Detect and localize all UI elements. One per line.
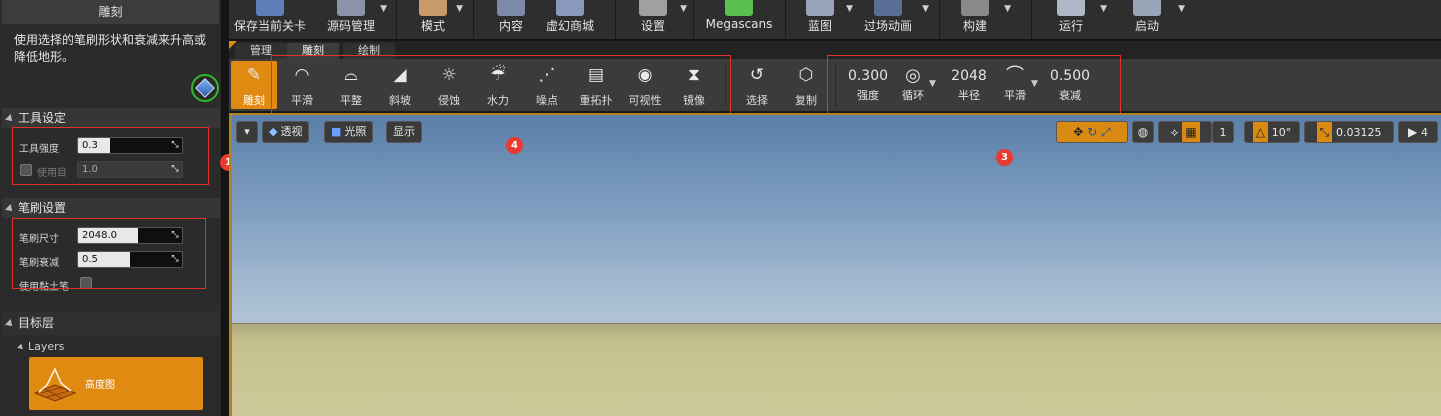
play-button[interactable]: 运行 ▼ — [1047, 0, 1107, 40]
launch-button[interactable]: 启动 ▼ — [1123, 0, 1185, 40]
dropdown-arrow-icon: ▼ — [380, 4, 387, 14]
launch-icon — [1133, 0, 1161, 16]
surface-snap-button[interactable]: ⟡ ▦ — [1158, 121, 1212, 143]
annotation-box-2 — [12, 218, 206, 289]
perspective-button[interactable]: ◆ 透视 — [262, 121, 310, 143]
lit-button[interactable]: ■ 光照 — [324, 121, 374, 143]
surface-snap-icon: ⟡ — [1170, 125, 1179, 139]
annotation-badge-3: 3 — [996, 149, 1013, 166]
modes-button[interactable]: 模式 ▼ — [405, 0, 463, 40]
source-control-button[interactable]: 源码管理 ▼ — [313, 0, 389, 40]
blueprint-icon — [806, 0, 834, 16]
megascans-button[interactable]: Megascans — [703, 0, 775, 40]
viewport-options-button[interactable]: ▾ — [236, 121, 258, 143]
heightmap-layer[interactable]: 高度图 — [29, 357, 203, 410]
landscape-mode-icon[interactable] — [191, 74, 219, 102]
perspective-icon: ◆ — [269, 125, 278, 138]
select-icon: ↺ — [749, 65, 765, 85]
build-icon — [961, 0, 989, 16]
marketplace-icon — [556, 0, 584, 16]
landscape-mode-panel: 雕刻 使用选择的笔刷形状和衰减来升高或降低地形。 工具设定 工具强度 0.3 ⤡… — [0, 0, 249, 416]
collapse-icon — [17, 343, 25, 352]
save-level-button[interactable]: 保存当前关卡 — [233, 0, 307, 40]
rotation-snap-icon: △ — [1252, 122, 1268, 142]
transform-tools-group: ✥ ↻ ⤢ — [1056, 121, 1128, 143]
scale-icon[interactable]: ⤢ — [1101, 125, 1111, 139]
dropdown-arrow-icon: ▼ — [1178, 4, 1185, 14]
editor-window: 雕刻 使用选择的笔刷形状和衰减来升高或降低地形。 工具设定 工具强度 0.3 ⤡… — [0, 0, 1441, 416]
landscape-ground — [232, 323, 1441, 416]
annotation-box-3 — [827, 55, 1121, 121]
world-local-icon[interactable]: ◍ — [1132, 121, 1154, 143]
settings-button[interactable]: 设置 ▼ — [625, 0, 687, 40]
collapse-icon — [5, 203, 15, 214]
dropdown-arrow-icon: ▼ — [456, 4, 463, 14]
tool-copy[interactable]: ⬡ 复制 — [783, 61, 829, 109]
dropdown-arrow-icon: ▼ — [1004, 4, 1011, 14]
dropdown-arrow-icon: ▼ — [680, 4, 687, 14]
target-layer-header[interactable]: 目标层 — [2, 311, 220, 335]
marketplace-button[interactable]: 虚幻商城 — [539, 0, 601, 40]
dropdown-arrow-icon: ▼ — [1100, 4, 1107, 14]
scale-snap-button[interactable]: ⤡ 0.03125 — [1304, 121, 1394, 143]
annotation-badge-4: 4 — [506, 137, 523, 154]
grid-size-dropdown[interactable]: 1 — [1212, 121, 1234, 143]
panel-title: 雕刻 — [2, 0, 219, 24]
brush-settings-header[interactable]: 笔刷设置 — [2, 198, 220, 218]
copy-icon: ⬡ — [798, 65, 814, 85]
rotate-icon[interactable]: ↻ — [1087, 125, 1097, 139]
lit-icon: ■ — [331, 125, 342, 138]
level-viewport[interactable]: ▾ ◆ 透视 ■ 光照 显示 ✥ ↻ ⤢ ◍ ⟡ ▦ 1 △ 10° ⤡ 0.0… — [229, 113, 1441, 416]
content-icon — [497, 0, 525, 16]
cinematics-icon — [874, 0, 902, 16]
source-control-icon — [337, 0, 365, 16]
dropdown-arrow-icon: ▼ — [846, 4, 853, 14]
camera-icon: ▶ — [1407, 125, 1418, 139]
tool-select[interactable]: ↺ 选择 — [734, 61, 780, 109]
translate-icon[interactable]: ✥ — [1073, 125, 1083, 139]
build-button[interactable]: 构建 ▼ — [951, 0, 1011, 40]
cinematics-button[interactable]: 过场动画 ▼ — [859, 0, 929, 40]
settings-icon — [639, 0, 667, 16]
blueprints-button[interactable]: 蓝图 ▼ — [795, 0, 853, 40]
annotation-box-1 — [12, 127, 209, 185]
modes-icon — [419, 0, 447, 16]
show-button[interactable]: 显示 — [386, 121, 422, 143]
tool-settings-header[interactable]: 工具设定 — [2, 108, 220, 128]
rotation-snap-button[interactable]: △ 10° — [1244, 121, 1300, 143]
tool-description: 使用选择的笔刷形状和衰减来升高或降低地形。 — [14, 33, 207, 64]
heightmap-icon — [33, 367, 77, 402]
main-toolbar: 保存当前关卡 源码管理 ▼ 模式 ▼ 内容 虚幻商城 设置 ▼ Megascan… — [229, 0, 1441, 40]
scale-snap-icon: ⤡ — [1316, 122, 1333, 142]
content-button[interactable]: 内容 — [483, 0, 539, 40]
layer-name: 高度图 — [85, 380, 115, 391]
sculpt-icon: ✎ — [246, 65, 262, 85]
grid-snap-icon: ▦ — [1182, 122, 1200, 142]
dropdown-arrow-icon: ▼ — [922, 4, 929, 14]
megascans-icon — [725, 0, 753, 16]
annotation-box-4 — [271, 55, 731, 116]
save-icon — [256, 0, 284, 16]
camera-speed-button[interactable]: ▶ 4 — [1398, 121, 1438, 143]
collapse-icon — [5, 113, 15, 124]
chevron-down-icon: ▾ — [244, 125, 250, 138]
layers-label: Layers — [17, 340, 64, 353]
play-icon — [1057, 0, 1085, 16]
collapse-icon — [5, 318, 15, 329]
